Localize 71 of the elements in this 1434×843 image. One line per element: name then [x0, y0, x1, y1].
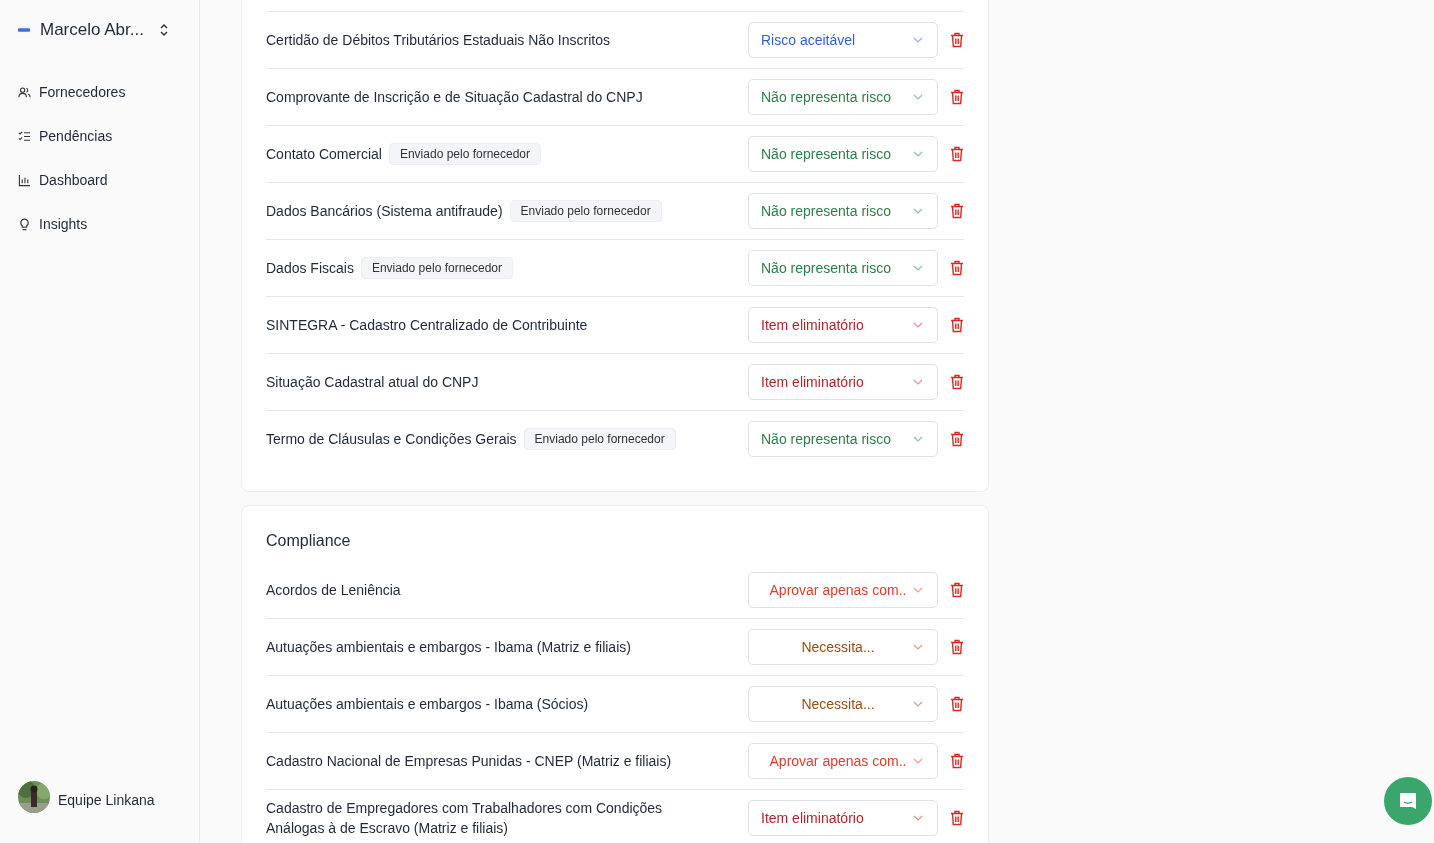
risk-dropdown[interactable]: Não representa risco	[748, 136, 938, 172]
risk-dropdown[interactable]: Item eliminatório	[748, 800, 938, 836]
risk-dropdown[interactable]: Não representa risco	[748, 79, 938, 115]
source-badge: Enviado pelo fornecedor	[360, 257, 513, 279]
item-name: SINTEGRA - Cadastro Centralizado de Contribuinte	[266, 316, 588, 335]
risk-dropdown[interactable]: Não representa risco	[748, 250, 938, 286]
nav-item[interactable]: Insights	[18, 202, 178, 246]
user-name: Equipe Linkana	[58, 792, 155, 808]
item-name: Contato Comercial	[266, 145, 382, 164]
bar-chart-icon	[18, 173, 31, 187]
item-name: Situação Cadastral atual do CNPJ	[266, 373, 479, 392]
chevron-down-icon	[913, 587, 923, 593]
users-icon	[18, 85, 31, 99]
chevron-down-icon	[913, 322, 923, 328]
trash-icon[interactable]	[950, 203, 964, 219]
item-name: Autuações ambientais e embargos - Ibama (Sócios)	[266, 695, 589, 714]
trash-icon[interactable]	[950, 753, 964, 769]
chevron-updown-icon[interactable]	[159, 23, 169, 37]
nav-item[interactable]: Dashboard	[18, 158, 178, 202]
trash-icon[interactable]	[950, 639, 964, 655]
chat-icon	[1398, 791, 1418, 811]
chevron-down-icon	[913, 815, 923, 821]
trash-icon[interactable]	[950, 32, 964, 48]
risk-dropdown[interactable]: Não representa risco	[748, 421, 938, 457]
source-badge: Enviado pelo fornecedor	[523, 428, 676, 450]
item-name: Cadastro de Empregadores com Trabalhadores com Condições Análogas à de Escravo (Matriz e filiais)	[266, 799, 664, 838]
trash-icon[interactable]	[950, 810, 964, 826]
checklist-icon	[18, 129, 31, 143]
chat-button[interactable]	[1384, 777, 1432, 825]
risk-dropdown[interactable]: Necessita...	[748, 629, 938, 665]
risk-dropdown[interactable]: Risco aceitável	[748, 22, 938, 58]
nav-item[interactable]: Pendências	[18, 114, 178, 158]
chevron-down-icon	[913, 208, 923, 214]
risk-dropdown[interactable]: Aprovar apenas com..	[748, 743, 938, 779]
trash-icon[interactable]	[950, 146, 964, 162]
logo-icon	[18, 26, 30, 34]
risk-dropdown[interactable]: Não representa risco	[748, 193, 938, 229]
item-name: Termo de Cláusulas e Condições Gerais	[266, 430, 517, 449]
item-name: Cadastro Nacional de Empresas Punidas - CNEP (Matriz e filiais)	[266, 752, 672, 771]
chevron-down-icon	[913, 701, 923, 707]
source-badge: Enviado pelo fornecedor	[509, 200, 662, 222]
trash-icon[interactable]	[950, 696, 964, 712]
chevron-down-icon	[913, 644, 923, 650]
item-name: Autuações ambientais e embargos - Ibama (Matriz e filiais)	[266, 638, 631, 657]
item-name: Certidão de Débitos Tributários Estaduais Não Inscritos	[266, 31, 610, 50]
account-name: Marcelo Abr...	[40, 20, 145, 40]
chevron-down-icon	[913, 379, 923, 385]
trash-icon[interactable]	[950, 582, 964, 598]
chevron-down-icon	[913, 265, 923, 271]
nav-item[interactable]: Fornecedores	[18, 70, 178, 114]
trash-icon[interactable]	[950, 260, 964, 276]
trash-icon[interactable]	[950, 431, 964, 447]
risk-dropdown[interactable]: Necessita...	[748, 686, 938, 722]
item-name: Acordos de Leniência	[266, 581, 401, 600]
chevron-down-icon	[913, 37, 923, 43]
source-badge: Enviado pelo fornecedor	[388, 143, 542, 165]
chevron-down-icon	[913, 436, 923, 442]
trash-icon[interactable]	[950, 89, 964, 105]
chevron-down-icon	[913, 94, 923, 100]
item-name: Comprovante de Inscrição e de Situação Cadastral do CNPJ	[266, 88, 643, 107]
item-name: Dados Bancários (Sistema antifraude)	[266, 202, 503, 221]
lightbulb-icon	[18, 217, 31, 231]
trash-icon[interactable]	[950, 374, 964, 390]
risk-dropdown[interactable]: Item eliminatório	[748, 364, 938, 400]
item-name: Dados Fiscais	[266, 259, 354, 278]
risk-dropdown[interactable]: Item eliminatório	[748, 307, 938, 343]
risk-dropdown[interactable]: Aprovar apenas com..	[748, 572, 938, 608]
section-title: Compliance	[266, 531, 352, 551]
chevron-down-icon	[913, 151, 923, 157]
trash-icon[interactable]	[950, 317, 964, 333]
chevron-down-icon	[913, 758, 923, 764]
